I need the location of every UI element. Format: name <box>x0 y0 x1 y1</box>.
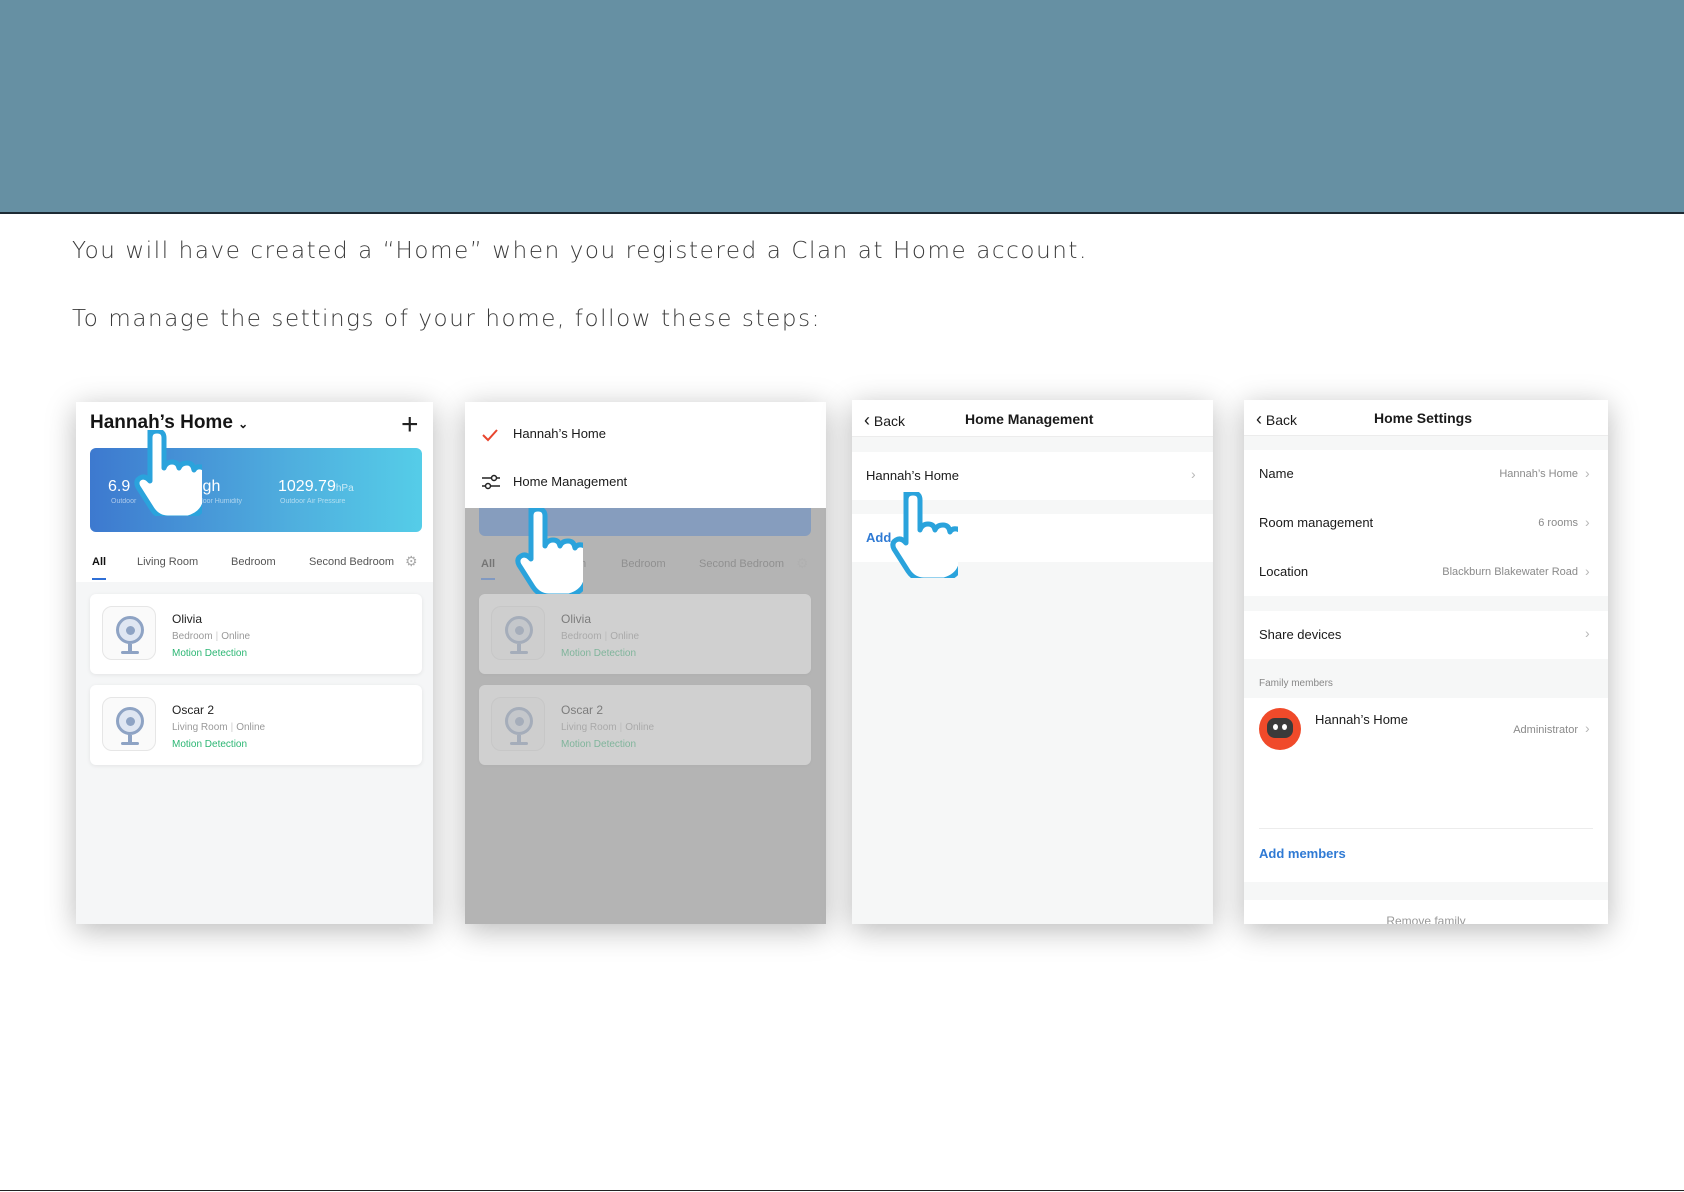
tab-underline <box>481 578 495 580</box>
chevron-left-icon: ‹ <box>864 410 870 430</box>
weather-pressure-label: Outdoor Air Pressure <box>280 498 346 505</box>
home-row-label: Hannah’s Home <box>866 468 959 483</box>
tap-hand-icon <box>515 508 583 594</box>
device-card-oscar[interactable]: Oscar 2 Living Room | Online Motion Detect… <box>479 685 811 765</box>
device-name: Olivia <box>561 612 592 626</box>
back-button[interactable]: ‹ Back <box>864 410 905 431</box>
device-card-oscar[interactable]: Oscar 2 Living Room | Online Motion Detect… <box>90 685 422 765</box>
tab-underline <box>92 578 106 580</box>
weather-temp: 6.9 <box>108 478 131 495</box>
plus-icon[interactable]: + <box>401 410 419 440</box>
avatar <box>1259 708 1301 750</box>
tab-second-bedroom[interactable]: Second Bedroom <box>309 556 395 568</box>
chevron-right-icon: › <box>1585 563 1590 579</box>
device-state: Motion Detection <box>561 739 637 750</box>
row-value: Hannah’s Home <box>1499 468 1578 480</box>
add-members-button[interactable]: Add members <box>1259 846 1346 861</box>
camera-icon <box>102 697 156 751</box>
tap-hand-icon <box>890 492 958 578</box>
row-name[interactable]: Name Hannah’s Home › <box>1244 450 1608 498</box>
chevron-right-icon: › <box>1191 466 1196 482</box>
screenshot-home-management: ‹ Back Home Management Hannah’s Home › A… <box>852 400 1213 924</box>
check-icon <box>482 429 498 442</box>
screenshot-home-menu: All m Bedroom Second Bedroom ⚙ Olivia Be… <box>465 402 826 924</box>
device-room-status: Living Room | Online <box>561 722 655 733</box>
sliders-icon <box>482 474 500 490</box>
device-room-status: Bedroom | Online <box>172 631 251 642</box>
weather-pressure: 1029.79hPa <box>278 478 354 495</box>
chevron-right-icon: › <box>1585 625 1590 641</box>
row-room-management[interactable]: Room management 6 rooms › <box>1244 499 1608 547</box>
home-dropdown-menu: Hannah’s Home Home Management <box>465 402 826 508</box>
device-card-olivia[interactable]: Olivia Bedroom | Online Motion Detection <box>90 594 422 674</box>
remove-family-row[interactable]: Remove family <box>1244 900 1608 924</box>
weather-humidity: igh <box>199 478 221 495</box>
header-banner <box>0 0 1684 214</box>
tab-bedroom[interactable]: Bedroom <box>231 556 276 568</box>
footer-line <box>0 1190 1684 1191</box>
device-name: Oscar 2 <box>561 703 604 717</box>
chevron-down-icon: ⌄ <box>238 417 249 431</box>
row-value: 6 rooms <box>1538 517 1578 529</box>
device-state: Motion Detection <box>172 648 248 659</box>
chevron-left-icon: ‹ <box>1256 409 1262 429</box>
device-room-status: Living Room | Online <box>172 722 266 733</box>
row-value: Blackburn Blakewater Road <box>1442 566 1578 578</box>
row-label: Share devices <box>1259 627 1342 642</box>
page-title: Home Management <box>965 411 1094 427</box>
row-location[interactable]: Location Blackburn Blakewater Road › <box>1244 548 1608 596</box>
menu-item-label: Home Management <box>513 474 628 489</box>
menu-item-label: Hannah’s Home <box>513 426 606 441</box>
family-members-label: Family members <box>1259 678 1333 689</box>
member-row[interactable]: Hannah’s Home Administrator › <box>1244 702 1608 762</box>
remove-family-button: Remove family <box>1386 914 1466 924</box>
divider <box>1259 828 1593 829</box>
device-room-status: Bedroom | Online <box>561 631 640 642</box>
page-title: Home Settings <box>1374 410 1473 426</box>
chevron-right-icon: › <box>1585 720 1590 736</box>
device-state: Motion Detection <box>561 648 637 659</box>
device-state: Motion Detection <box>172 739 248 750</box>
row-share-devices[interactable]: Share devices › <box>1244 611 1608 659</box>
tab-bedroom[interactable]: Bedroom <box>621 558 666 570</box>
member-role: Administrator <box>1513 724 1578 736</box>
tab-all[interactable]: All <box>92 556 106 568</box>
menu-item-hannahs-home[interactable]: Hannah’s Home <box>465 416 826 452</box>
tab-living-room[interactable]: Living Room <box>137 556 198 568</box>
row-label: Name <box>1259 466 1294 481</box>
chevron-right-icon: › <box>1585 514 1590 530</box>
menu-item-home-management[interactable]: Home Management <box>465 464 826 500</box>
screenshot-home-settings: ‹ Back Home Settings Name Hannah’s Home … <box>1244 400 1608 924</box>
intro-text-1: You will have created a “Home” when you … <box>72 238 1088 264</box>
row-label: Location <box>1259 564 1309 579</box>
tab-second-bedroom[interactable]: Second Bedroom <box>699 558 785 570</box>
device-name: Olivia <box>172 612 203 626</box>
camera-icon <box>491 606 545 660</box>
row-label: Room management <box>1259 515 1374 530</box>
camera-icon <box>491 697 545 751</box>
camera-icon <box>102 606 156 660</box>
gear-icon[interactable]: ⚙ <box>405 553 418 570</box>
tab-all[interactable]: All <box>481 558 495 570</box>
chevron-right-icon: › <box>1585 465 1590 481</box>
intro-text-2: To manage the settings of your home, fol… <box>72 306 821 332</box>
member-name: Hannah’s Home <box>1315 712 1408 727</box>
screenshot-home-screen: Hannah’s Home ⌄ + 6.9 Outdoor igh utdoor… <box>76 402 433 924</box>
device-name: Oscar 2 <box>172 703 215 717</box>
tap-hand-icon <box>134 430 202 516</box>
device-card-olivia[interactable]: Olivia Bedroom | Online Motion Detection <box>479 594 811 674</box>
gear-icon[interactable]: ⚙ <box>796 555 809 572</box>
back-button[interactable]: ‹ Back <box>1256 409 1297 430</box>
